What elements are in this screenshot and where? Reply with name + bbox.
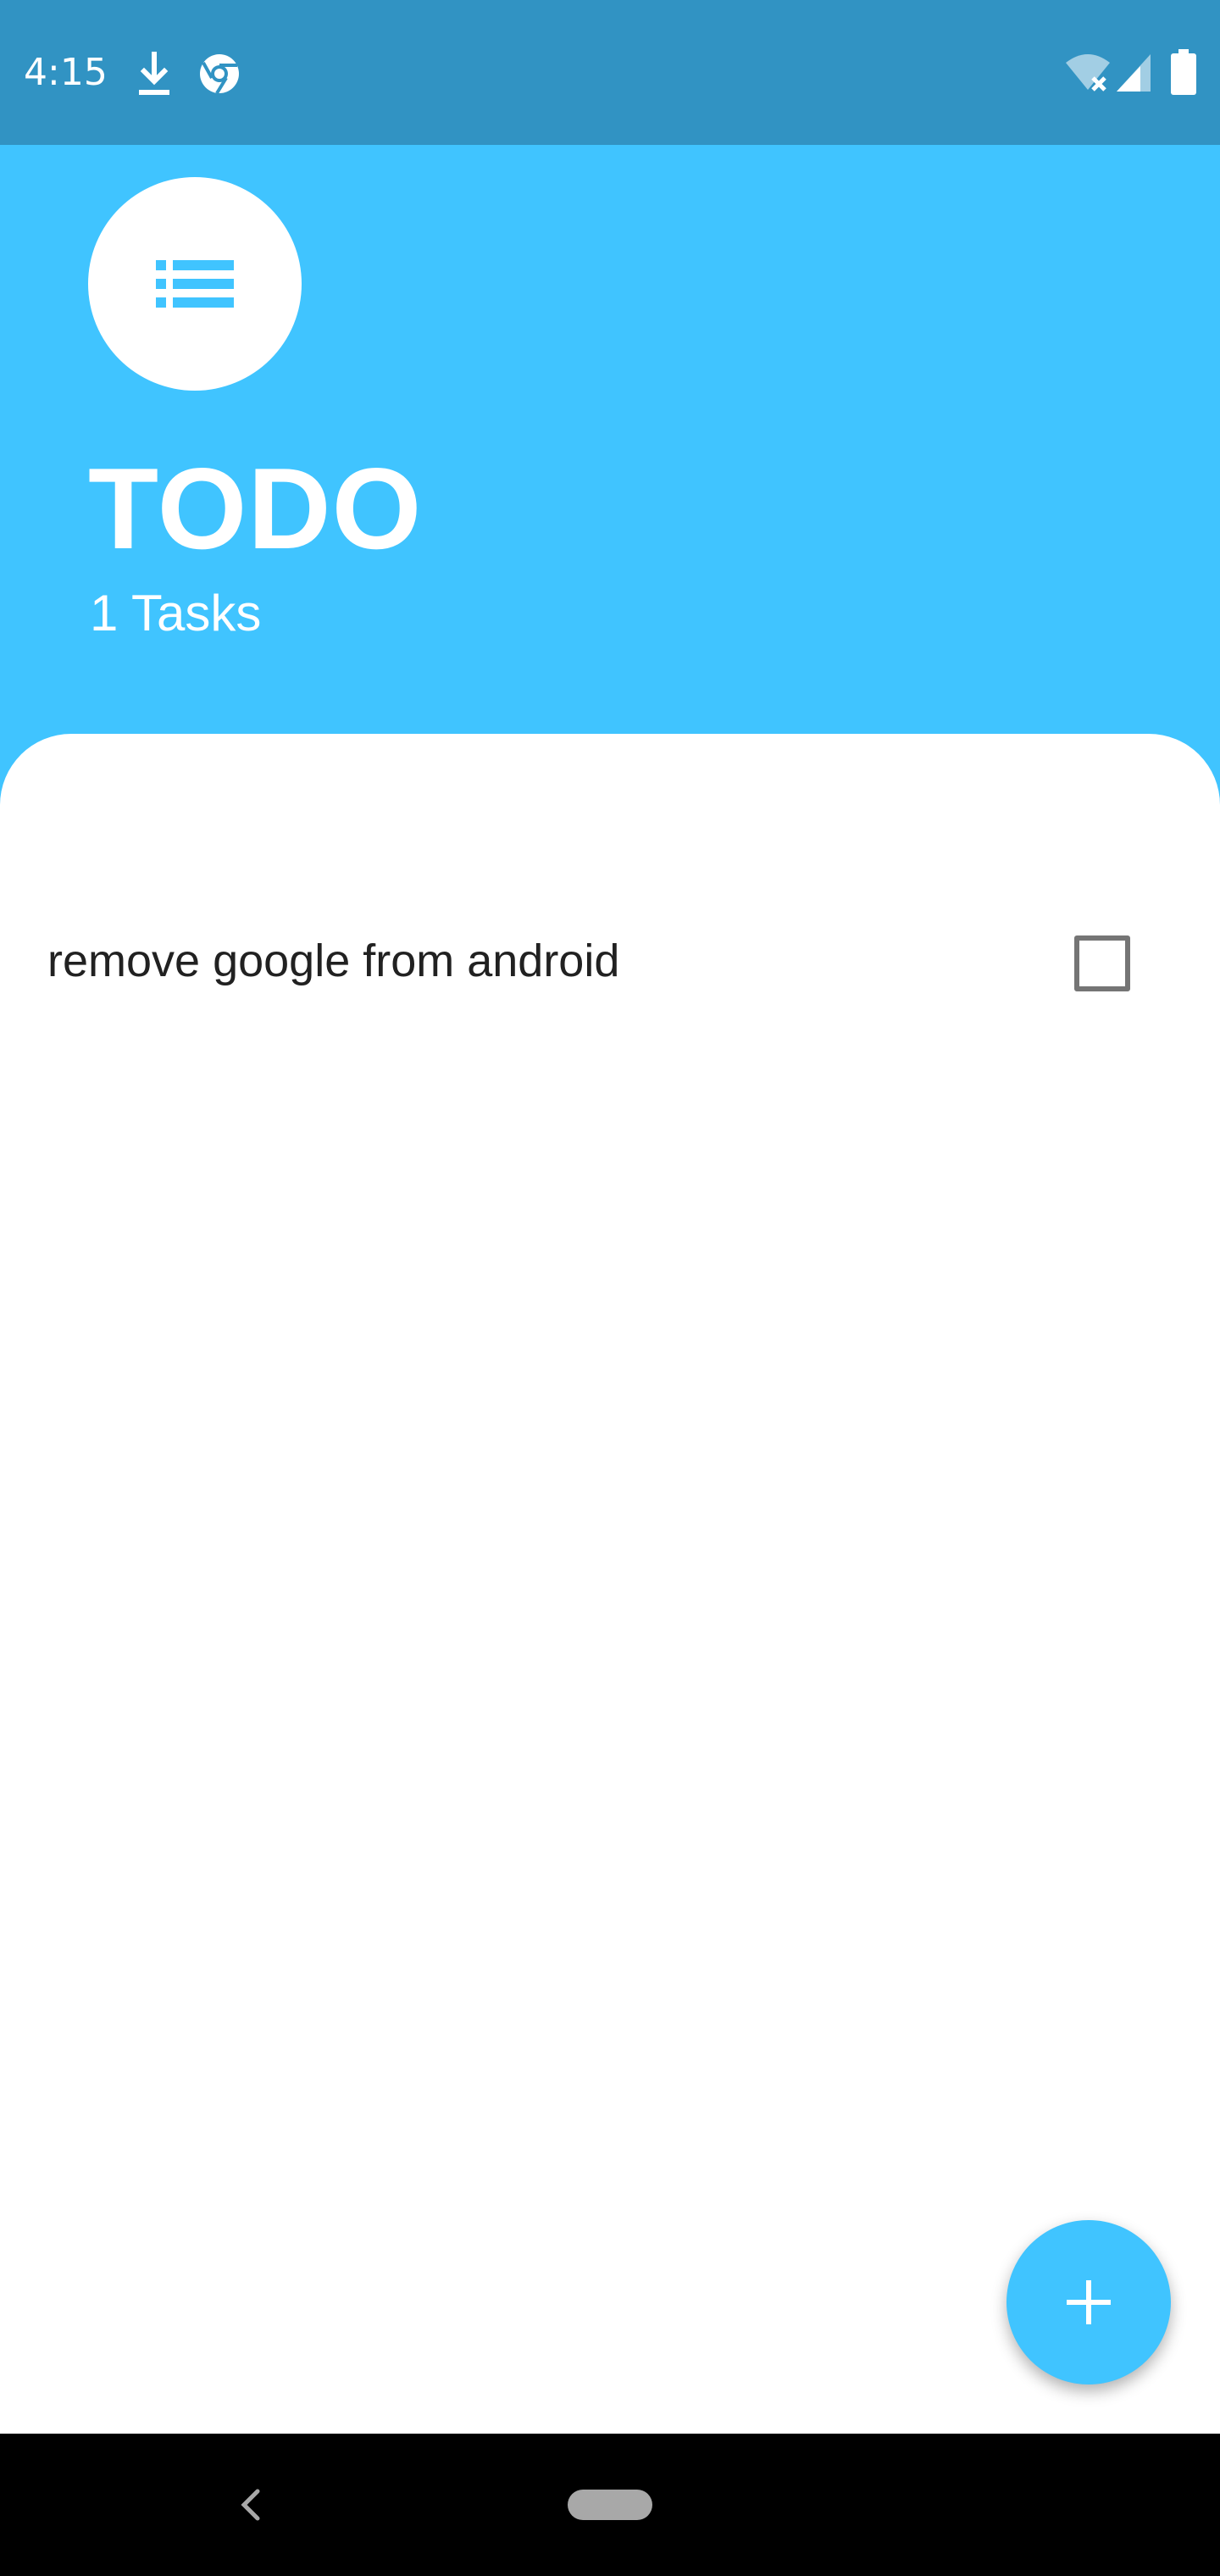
plus-icon xyxy=(1067,2280,1111,2324)
status-time: 4:15 xyxy=(24,51,108,94)
home-pill-icon[interactable] xyxy=(568,2490,652,2520)
list-icon xyxy=(156,260,234,308)
cell-signal-icon xyxy=(1117,54,1151,92)
wifi-off-icon xyxy=(1066,54,1110,92)
chrome-icon xyxy=(200,54,239,95)
task-list: remove google from android xyxy=(0,903,1220,1019)
back-icon[interactable] xyxy=(236,2484,266,2525)
battery-icon xyxy=(1171,49,1196,95)
navigation-bar xyxy=(0,2434,1220,2576)
page-title: TODO xyxy=(88,444,423,573)
task-checkbox[interactable] xyxy=(1074,935,1130,991)
task-label: remove google from android xyxy=(47,935,620,986)
add-task-button[interactable] xyxy=(1006,2220,1171,2384)
list-avatar xyxy=(88,177,302,391)
status-bar: 4:15 xyxy=(0,0,1220,145)
app-screen: 4:15 TODO 1 Tasks remove google from and… xyxy=(0,0,1220,2576)
download-icon xyxy=(139,52,169,95)
task-card: remove google from android xyxy=(0,734,1220,2434)
task-count: 1 Tasks xyxy=(90,585,262,641)
list-item[interactable]: remove google from android xyxy=(0,903,1220,1019)
